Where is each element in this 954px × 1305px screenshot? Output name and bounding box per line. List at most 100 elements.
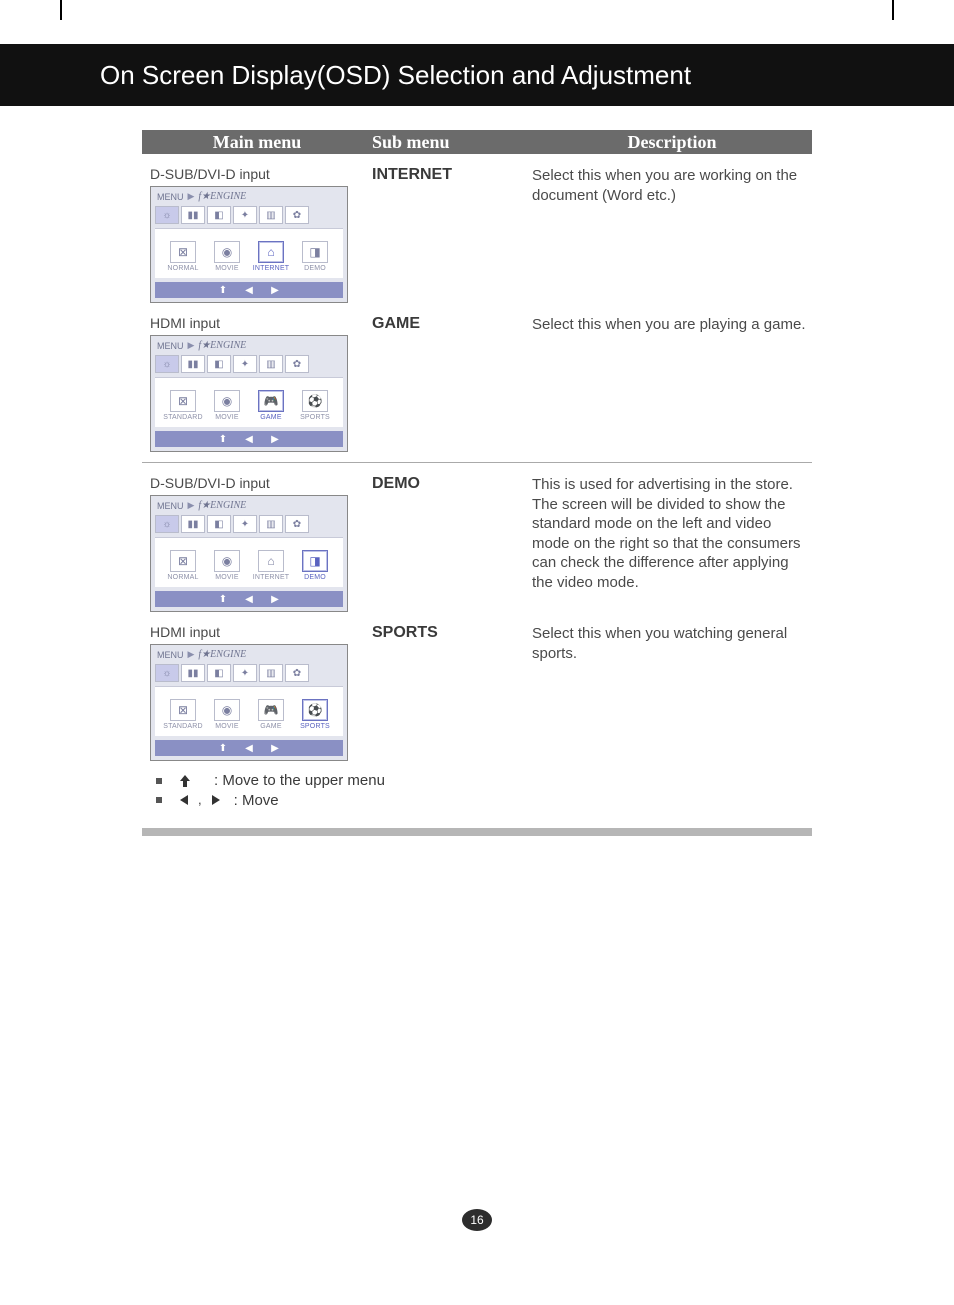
nav-left-icon[interactable]: ◀: [243, 743, 255, 754]
osd-panel: MENU▶f★ENGINE☼▮▮◧✦▥✿⊠NORMAL◉MOVIE⌂INTERN…: [150, 186, 348, 303]
osd-mode-game[interactable]: 🎮GAME: [251, 699, 291, 730]
osd-tab-icon[interactable]: ✦: [233, 206, 257, 224]
menu-row: D-SUB/DVI-D inputMENU▶f★ENGINE☼▮▮◧✦▥✿⊠NO…: [142, 154, 812, 303]
osd-tab-icon[interactable]: ◧: [207, 355, 231, 373]
standard-icon: ⊠: [170, 699, 196, 721]
col-sub-menu: Sub menu: [372, 132, 532, 153]
osd-tab-icon[interactable]: ◧: [207, 206, 231, 224]
osd-mode-label: DEMO: [304, 574, 326, 581]
crop-mark-left: [60, 0, 62, 20]
osd-tab-icon[interactable]: ✿: [285, 515, 309, 533]
osd-mode-label: MOVIE: [215, 723, 239, 730]
osd-tabs: ☼▮▮◧✦▥✿: [151, 355, 347, 377]
crop-mark-right: [892, 0, 894, 20]
nav-right-icon[interactable]: ▶: [269, 285, 281, 296]
osd-tab-icon[interactable]: ☼: [155, 515, 179, 533]
osd-mode-game[interactable]: 🎮 GAME: [251, 390, 291, 421]
crop-marks: [0, 0, 954, 20]
osd-mode-demo[interactable]: ◨DEMO: [295, 241, 335, 272]
osd-breadcrumb: MENU▶f★ENGINE: [151, 336, 347, 355]
game-icon: 🎮: [258, 390, 284, 412]
page-number: 16: [470, 1213, 483, 1227]
nav-right-icon[interactable]: ▶: [269, 434, 281, 445]
osd-tab-icon[interactable]: ▥: [259, 355, 283, 373]
breadcrumb-fengine: f★ENGINE: [198, 649, 246, 660]
osd-tab-icon[interactable]: ▥: [259, 664, 283, 682]
osd-tab-icon[interactable]: ◧: [207, 515, 231, 533]
title-band: On Screen Display(OSD) Selection and Adj…: [0, 44, 954, 106]
description-text: This is used for advertising in the stor…: [532, 475, 812, 592]
nav-up-icon[interactable]: ⬆: [217, 594, 229, 605]
osd-mode-movie[interactable]: ◉MOVIE: [207, 550, 247, 581]
legend-up-text: : Move to the upper menu: [214, 771, 385, 791]
osd-footer-nav: ⬆ ◀ ▶: [155, 591, 343, 607]
nav-left-icon[interactable]: ◀: [243, 285, 255, 296]
normal-icon: ⊠: [170, 241, 196, 263]
osd-mode-normal[interactable]: ⊠NORMAL: [163, 550, 203, 581]
breadcrumb-fengine: f★ENGINE: [198, 500, 246, 511]
menu-row: HDMI input MENU▶f★ENGINE☼▮▮◧✦▥✿ ⊠STANDARD◉…: [142, 303, 812, 452]
osd-tab-icon[interactable]: ☼: [155, 355, 179, 373]
nav-up-icon[interactable]: ⬆: [217, 285, 229, 296]
osd-tab-icon[interactable]: ☼: [155, 206, 179, 224]
breadcrumb-menu: MENU: [157, 501, 184, 511]
osd-tab-icon[interactable]: ✦: [233, 515, 257, 533]
movie-icon: ◉: [214, 699, 240, 721]
osd-tab-icon[interactable]: ✿: [285, 206, 309, 224]
legend-comma: ,: [198, 792, 202, 809]
osd-tab-icon[interactable]: ✦: [233, 355, 257, 373]
description-text: Select this when you are playing a game.: [532, 315, 812, 335]
osd-tab-icon[interactable]: ☼: [155, 664, 179, 682]
osd-tabs: ☼▮▮◧✦▥✿: [151, 664, 347, 686]
osd-tab-icon[interactable]: ▮▮: [181, 515, 205, 533]
osd-mode-standard[interactable]: ⊠STANDARD: [163, 699, 203, 730]
osd-mode-label: NORMAL: [167, 574, 198, 581]
osd-mode-label: STANDARD: [163, 414, 203, 421]
submenu-label: INTERNET: [372, 166, 532, 184]
sports-icon: ⚽: [302, 699, 328, 721]
input-type-label: HDMI input: [150, 315, 372, 331]
nav-right-icon[interactable]: ▶: [269, 594, 281, 605]
legend: : Move to the upper menu , : Move: [156, 771, 812, 810]
osd-mode-standard[interactable]: ⊠STANDARD: [163, 390, 203, 421]
nav-right-icon[interactable]: ▶: [269, 743, 281, 754]
demo-icon: ◨: [302, 550, 328, 572]
description-col: Select this when you are playing a game.: [532, 303, 812, 452]
osd-mode-label: GAME: [260, 414, 281, 421]
movie-icon: ◉: [214, 241, 240, 263]
osd-mode-movie[interactable]: ◉ MOVIE: [207, 699, 247, 730]
osd-tab-icon[interactable]: ▮▮: [181, 206, 205, 224]
osd-tabs: ☼▮▮◧✦▥✿: [151, 206, 347, 228]
internet-icon: ⌂: [258, 550, 284, 572]
osd-mode-label: SPORTS: [300, 723, 330, 730]
left-icon: [178, 794, 190, 806]
nav-up-icon[interactable]: ⬆: [217, 434, 229, 445]
osd-mode-sports[interactable]: ⚽ SPORTS: [295, 699, 335, 730]
osd-tab-icon[interactable]: ▮▮: [181, 664, 205, 682]
osd-mode-internet[interactable]: ⌂INTERNET: [251, 241, 291, 272]
right-icon: [210, 794, 222, 806]
osd-tab-icon[interactable]: ▥: [259, 515, 283, 533]
osd-mode-movie[interactable]: ◉MOVIE: [207, 390, 247, 421]
osd-mode-label: DEMO: [304, 265, 326, 272]
osd-body: ⊠NORMAL◉MOVIE⌂INTERNET ◨ DEMO: [155, 537, 343, 587]
osd-tab-icon[interactable]: ✿: [285, 355, 309, 373]
osd-tab-icon[interactable]: ▥: [259, 206, 283, 224]
osd-tab-icon[interactable]: ✦: [233, 664, 257, 682]
osd-tab-icon[interactable]: ✿: [285, 664, 309, 682]
nav-left-icon[interactable]: ◀: [243, 434, 255, 445]
submenu-label: SPORTS: [372, 624, 532, 642]
osd-mode-label: MOVIE: [215, 574, 239, 581]
osd-tab-icon[interactable]: ◧: [207, 664, 231, 682]
breadcrumb-fengine: f★ENGINE: [198, 340, 246, 351]
osd-mode-demo[interactable]: ◨ DEMO: [295, 550, 335, 581]
nav-left-icon[interactable]: ◀: [243, 594, 255, 605]
osd-mode-sports[interactable]: ⚽SPORTS: [295, 390, 335, 421]
osd-footer-nav: ⬆ ◀ ▶: [155, 740, 343, 756]
osd-mode-normal[interactable]: ⊠NORMAL: [163, 241, 203, 272]
osd-mode-internet[interactable]: ⌂INTERNET: [251, 550, 291, 581]
osd-tab-icon[interactable]: ▮▮: [181, 355, 205, 373]
osd-mode-label: MOVIE: [215, 414, 239, 421]
nav-up-icon[interactable]: ⬆: [217, 743, 229, 754]
osd-mode-movie[interactable]: ◉MOVIE: [207, 241, 247, 272]
